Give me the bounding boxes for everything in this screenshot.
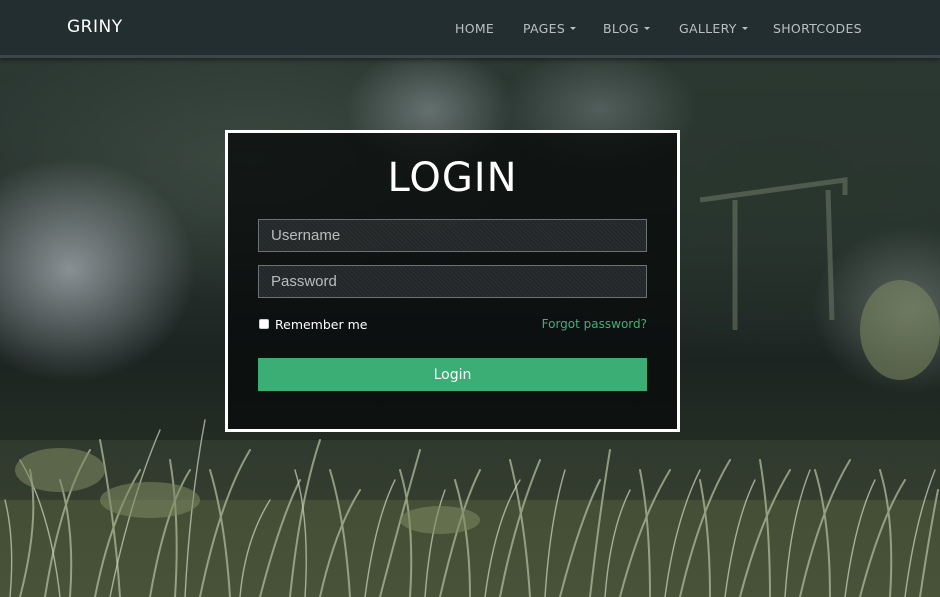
nav-item-label: SHORTCODES	[773, 21, 862, 36]
nav-item-shortcodes[interactable]: SHORTCODES	[773, 21, 862, 36]
nav-item-home[interactable]: HOME	[455, 21, 494, 36]
nav-item-pages[interactable]: PAGES	[523, 21, 577, 36]
page: GRINY HOME PAGES BLOG GALLERY SHORTCODES…	[0, 0, 940, 597]
forgot-password-link[interactable]: Forgot password?	[542, 317, 647, 331]
nav-item-label: GALLERY	[679, 21, 737, 36]
remember-me-label: Remember me	[275, 316, 368, 332]
chevron-down-icon	[643, 27, 650, 30]
nav-item-gallery[interactable]: GALLERY	[679, 21, 748, 36]
nav-item-label: BLOG	[603, 21, 639, 36]
chevron-down-icon	[741, 27, 748, 30]
username-input[interactable]	[258, 219, 647, 252]
nav-item-label: PAGES	[523, 21, 566, 36]
login-panel: LOGIN Remember me Forgot password? Login	[225, 130, 680, 432]
remember-me-toggle[interactable]: Remember me	[259, 316, 368, 332]
nav-item-label: HOME	[455, 21, 495, 36]
nav-item-blog[interactable]: BLOG	[603, 21, 650, 36]
checkbox-icon[interactable]	[259, 319, 269, 329]
login-title: LOGIN	[387, 155, 518, 201]
password-input[interactable]	[258, 265, 647, 298]
brand-logo[interactable]: GRINY	[67, 17, 123, 37]
chevron-down-icon	[570, 27, 577, 30]
site-header: GRINY HOME PAGES BLOG GALLERY SHORTCODES	[0, 0, 940, 58]
login-button[interactable]: Login	[258, 358, 647, 391]
